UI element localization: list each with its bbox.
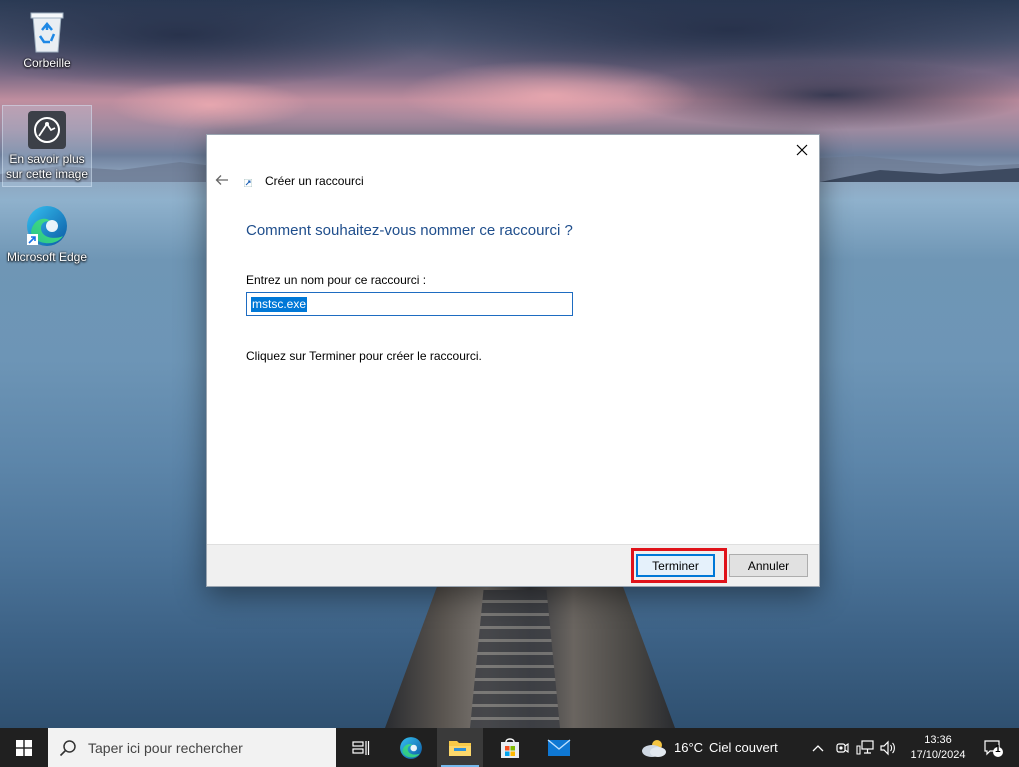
wallpaper-sunset-glow <box>110 80 310 130</box>
finish-hint: Cliquez sur Terminer pour créer le racco… <box>246 349 482 363</box>
shortcut-name-label: Entrez un nom pour ce raccourci : <box>246 273 427 287</box>
desktop-icon-label: Microsoft Edge <box>6 250 88 264</box>
search-placeholder: Taper ici pour rechercher <box>88 739 243 756</box>
cloudy-weather-icon <box>642 739 666 757</box>
clock-time: 13:36 <box>924 733 952 746</box>
weather-widget[interactable]: 16°C Ciel couvert <box>640 728 800 767</box>
shortcut-icon <box>244 179 252 187</box>
desktop-icon-learn-about-image[interactable]: En savoir plus sur cette image <box>2 105 92 187</box>
close-icon <box>796 144 808 156</box>
microsoft-store-icon <box>501 737 519 758</box>
task-view-icon <box>352 740 370 755</box>
wallpaper-sunset-glow <box>400 60 700 130</box>
shortcut-name-value: mstsc.exe <box>251 296 308 312</box>
dialog-title: Créer un raccourci <box>265 174 364 188</box>
speaker-icon <box>880 740 895 755</box>
network-icon <box>856 739 874 755</box>
back-button[interactable] <box>213 171 231 189</box>
back-arrow-icon <box>215 175 228 185</box>
task-view-button[interactable] <box>338 728 384 767</box>
microsoft-edge-icon <box>27 206 67 246</box>
taskbar: Taper ici pour rechercher 16°C Ciel couv… <box>0 728 1019 767</box>
desktop-icon-microsoft-edge[interactable]: Microsoft Edge <box>2 204 92 265</box>
windows-logo-icon <box>16 739 32 756</box>
desktop-icon-recycle-bin[interactable]: Corbeille <box>2 8 92 71</box>
microsoft-edge-icon <box>400 736 422 759</box>
cancel-button[interactable]: Annuler <box>729 554 808 577</box>
clock-date: 17/10/2024 <box>910 748 966 761</box>
taskbar-store-button[interactable] <box>487 728 533 767</box>
taskbar-clock[interactable]: 13:36 17/10/2024 <box>902 728 974 767</box>
dialog-heading: Comment souhaitez-vous nommer ce raccour… <box>246 222 573 239</box>
recycle-bin-icon <box>30 12 64 53</box>
camera-icon <box>836 742 849 753</box>
notification-count: 1 <box>995 744 1001 755</box>
wallpaper-pier-steps <box>470 590 560 728</box>
taskbar-edge-button[interactable] <box>388 728 434 767</box>
taskbar-mail-button[interactable] <box>536 728 582 767</box>
action-center-button[interactable]: 1 <box>978 728 1008 767</box>
dialog-footer: Terminer Annuler <box>207 544 819 586</box>
shortcut-name-input[interactable]: mstsc.exe <box>246 292 573 316</box>
start-button[interactable] <box>0 728 48 767</box>
weather-condition: Ciel couvert <box>709 740 778 755</box>
camera-lens-icon <box>28 111 66 149</box>
taskbar-search-box[interactable]: Taper ici pour rechercher <box>48 728 336 767</box>
finish-button[interactable]: Terminer <box>636 554 715 577</box>
tray-meet-now-button[interactable] <box>831 728 853 767</box>
chevron-up-icon <box>812 744 824 751</box>
mail-icon <box>547 738 571 756</box>
desktop-icon-label: Corbeille <box>23 56 71 70</box>
tray-volume-button[interactable] <box>877 728 899 767</box>
weather-temperature: 16°C <box>674 740 704 755</box>
file-explorer-icon <box>449 740 471 756</box>
show-hidden-icons-button[interactable] <box>808 728 828 767</box>
tray-network-button[interactable] <box>854 728 876 767</box>
close-button[interactable] <box>785 135 819 165</box>
search-icon <box>48 739 88 757</box>
desktop-icon-label: En savoir plus sur cette image <box>5 152 89 181</box>
create-shortcut-dialog: Créer un raccourci Comment souhaitez-vou… <box>206 134 820 587</box>
taskbar-file-explorer-button[interactable] <box>437 728 483 767</box>
